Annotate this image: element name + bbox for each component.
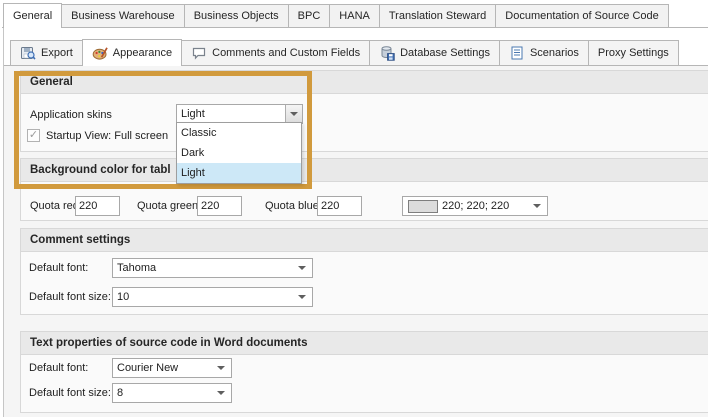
tab-business-warehouse[interactable]: Business Warehouse — [61, 4, 185, 27]
comment-default-font-value: Tahoma — [113, 262, 296, 274]
word-font-size-label: Default font size: — [29, 387, 111, 399]
group-background-color: Background color for tabl Quota red Quot… — [20, 158, 708, 221]
tab-hana[interactable]: HANA — [329, 4, 380, 27]
tab-label: Comments and Custom Fields — [212, 47, 360, 59]
tab-comments-and-custom-fields[interactable]: Comments and Custom Fields — [181, 40, 370, 65]
database-settings-icon — [379, 45, 395, 61]
tab-database-settings[interactable]: Database Settings — [369, 40, 500, 65]
startup-fullscreen-option: ✓ Startup View: Full screen — [27, 129, 168, 142]
chevron-down-icon — [290, 112, 298, 116]
export-icon — [20, 45, 36, 61]
comments-icon — [191, 45, 207, 61]
tab-general[interactable]: General — [3, 3, 62, 28]
secondary-tab-bar: Export Appearance Comments and Custom Fi… — [10, 39, 678, 65]
comment-font-size-value: 10 — [113, 291, 296, 303]
group-comment-settings: Comment settings Default font: Tahoma De… — [20, 228, 708, 315]
dropdown-item-dark[interactable]: Dark — [177, 143, 301, 163]
scenarios-icon — [509, 45, 525, 61]
primary-tab-bar: General Business Warehouse Business Obje… — [3, 2, 668, 27]
group-general: General Application skins Light ✓ Startu… — [20, 70, 708, 152]
quota-blue-input[interactable] — [317, 196, 362, 216]
tab-scenarios[interactable]: Scenarios — [499, 40, 589, 65]
quota-blue-label: Quota blue — [265, 200, 319, 212]
chevron-down-icon — [298, 295, 306, 299]
group-word-text-properties: Text properties of source code in Word d… — [20, 331, 708, 413]
tab-label: Export — [41, 47, 73, 59]
combo-dropdown-button[interactable] — [285, 105, 302, 123]
quota-green-label: Quota green — [137, 200, 198, 212]
application-skins-label: Application skins — [30, 109, 112, 121]
tab-label: Scenarios — [530, 47, 579, 59]
tab-label: Proxy Settings — [598, 47, 669, 59]
background-color-combobox[interactable]: 220; 220; 220 — [402, 196, 548, 216]
quota-red-input[interactable] — [75, 196, 120, 216]
tab-proxy-settings[interactable]: Proxy Settings — [588, 40, 679, 65]
chevron-down-icon — [533, 204, 541, 208]
primary-tabrow-divider — [2, 27, 708, 28]
dropdown-item-light[interactable]: Light — [177, 163, 301, 183]
tab-export[interactable]: Export — [10, 40, 83, 65]
tab-business-objects[interactable]: Business Objects — [184, 4, 289, 27]
chevron-down-icon — [217, 366, 225, 370]
window-left-border — [3, 28, 4, 417]
tab-translation-steward[interactable]: Translation Steward — [379, 4, 496, 27]
settings-window: General Business Warehouse Business Obje… — [0, 0, 708, 417]
tab-bpc[interactable]: BPC — [288, 4, 331, 27]
word-font-size-value: 8 — [113, 387, 215, 399]
application-skins-dropdown-list: Classic Dark Light — [176, 122, 302, 184]
comment-font-size-label: Default font size: — [29, 291, 111, 303]
startup-fullscreen-label: Startup View: Full screen — [46, 130, 168, 142]
group-comment-settings-title: Comment settings — [21, 229, 708, 252]
chevron-down-icon — [298, 266, 306, 270]
color-swatch — [408, 200, 438, 213]
tab-appearance[interactable]: Appearance — [82, 39, 182, 66]
group-background-color-title: Background color for tabl — [21, 159, 708, 182]
word-default-font-label: Default font: — [29, 362, 88, 374]
application-skins-value: Light — [177, 108, 285, 120]
comment-default-font-combobox[interactable]: Tahoma — [112, 258, 313, 278]
word-default-font-value: Courier New — [113, 362, 215, 374]
comment-default-font-label: Default font: — [29, 262, 88, 274]
chevron-down-icon — [217, 391, 225, 395]
application-skins-combobox[interactable]: Light — [176, 104, 303, 124]
tab-label: Database Settings — [400, 47, 490, 59]
startup-fullscreen-checkbox[interactable]: ✓ — [27, 129, 40, 142]
quota-green-input[interactable] — [197, 196, 242, 216]
tab-label: Appearance — [113, 47, 172, 59]
appearance-icon — [92, 45, 108, 61]
background-color-value: 220; 220; 220 — [438, 200, 531, 212]
comment-font-size-combobox[interactable]: 10 — [112, 287, 313, 307]
dropdown-item-classic[interactable]: Classic — [177, 123, 301, 143]
quota-red-label: Quota red — [30, 200, 79, 212]
tab-documentation-of-source-code[interactable]: Documentation of Source Code — [495, 4, 668, 27]
group-general-title: General — [21, 71, 708, 94]
word-font-size-combobox[interactable]: 8 — [112, 383, 232, 403]
word-default-font-combobox[interactable]: Courier New — [112, 358, 232, 378]
group-word-text-properties-title: Text properties of source code in Word d… — [21, 332, 708, 355]
